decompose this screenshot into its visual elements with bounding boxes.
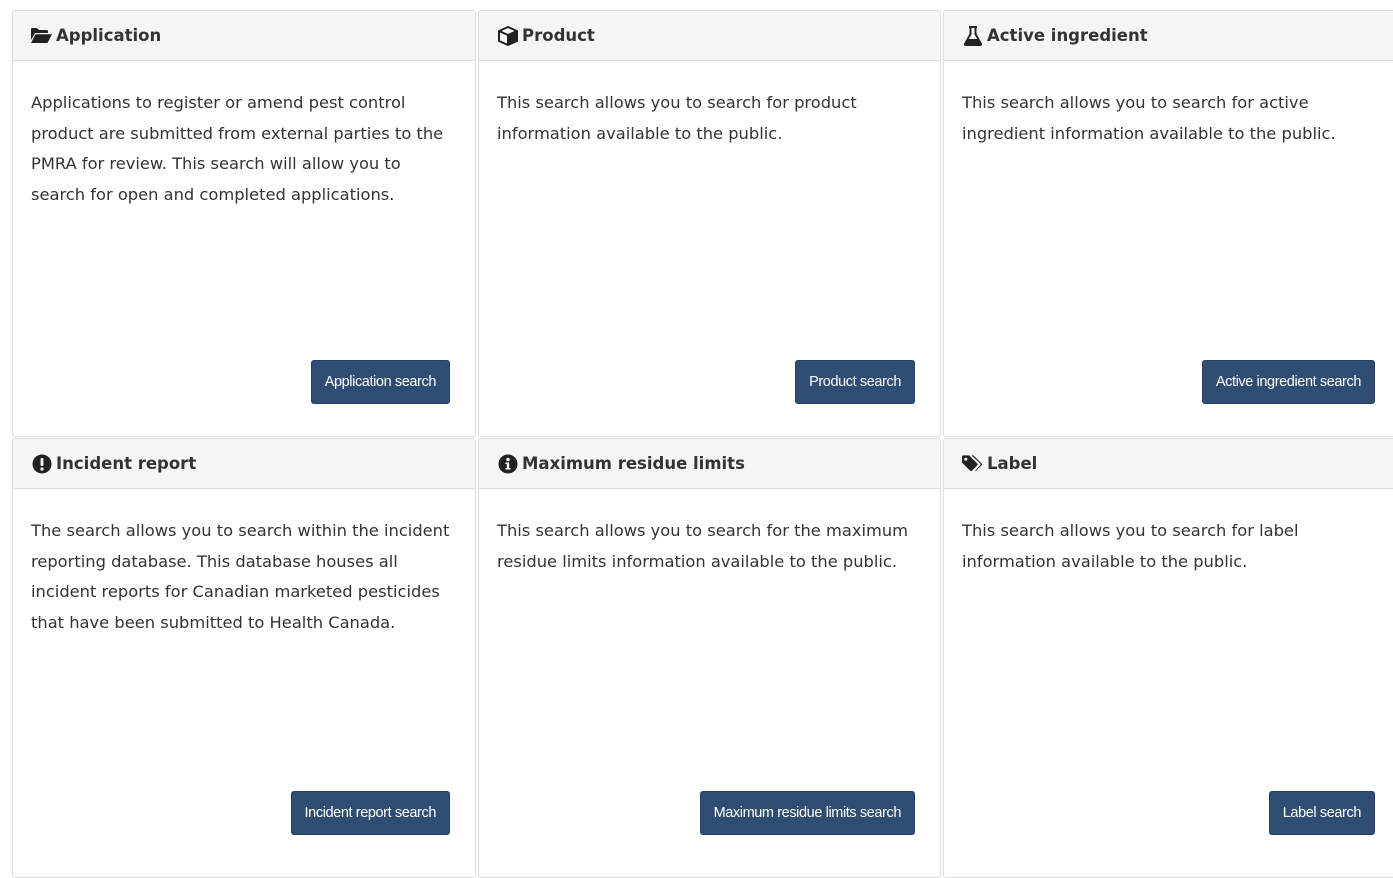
panel-description: This search allows you to search for pro… bbox=[497, 93, 857, 143]
exclamation-circle-icon bbox=[31, 453, 52, 474]
label-search-button[interactable]: Label search bbox=[1268, 791, 1375, 835]
product-panel: Product This search allows you to search… bbox=[478, 10, 941, 437]
label-panel: Label This search allows you to search f… bbox=[943, 438, 1393, 878]
panel-heading: Application bbox=[13, 11, 475, 61]
panel-title: Maximum residue limits bbox=[522, 454, 745, 473]
tags-icon bbox=[962, 453, 983, 474]
application-panel: Application Applications to register or … bbox=[12, 10, 476, 437]
panel-title: Incident report bbox=[56, 454, 197, 473]
panel-title: Label bbox=[987, 454, 1038, 473]
info-circle-icon bbox=[497, 453, 518, 474]
search-options-grid: Application Applications to register or … bbox=[0, 0, 1393, 878]
panel-heading: Label bbox=[944, 439, 1393, 489]
panel-title: Product bbox=[522, 26, 595, 45]
panel-heading: Maximum residue limits bbox=[479, 439, 940, 489]
panel-description: The search allows you to search within t… bbox=[31, 521, 450, 632]
panel-description: Applications to register or amend pest c… bbox=[31, 93, 444, 204]
application-search-button[interactable]: Application search bbox=[310, 360, 450, 404]
panel-description: This search allows you to search for lab… bbox=[962, 521, 1299, 571]
panel-heading: Incident report bbox=[13, 439, 475, 489]
panel-heading: Active ingredient bbox=[944, 11, 1393, 61]
cube-icon bbox=[497, 25, 518, 46]
flask-icon bbox=[962, 25, 983, 46]
active-ingredient-panel: Active ingredient This search allows you… bbox=[943, 10, 1393, 437]
panel-heading: Product bbox=[479, 11, 940, 61]
incident-report-search-button[interactable]: Incident report search bbox=[290, 791, 450, 835]
folder-open-icon bbox=[31, 25, 52, 46]
active-ingredient-search-button[interactable]: Active ingredient search bbox=[1201, 360, 1375, 404]
panel-title: Application bbox=[56, 26, 162, 45]
incident-report-panel: Incident report The search allows you to… bbox=[12, 438, 476, 878]
panel-description: This search allows you to search for the… bbox=[497, 521, 909, 571]
panel-description: This search allows you to search for act… bbox=[962, 93, 1336, 143]
product-search-button[interactable]: Product search bbox=[795, 360, 915, 404]
maximum-residue-limits-panel: Maximum residue limits This search allow… bbox=[478, 438, 941, 878]
maximum-residue-limits-search-button[interactable]: Maximum residue limits search bbox=[699, 791, 915, 835]
panel-title: Active ingredient bbox=[987, 26, 1148, 45]
